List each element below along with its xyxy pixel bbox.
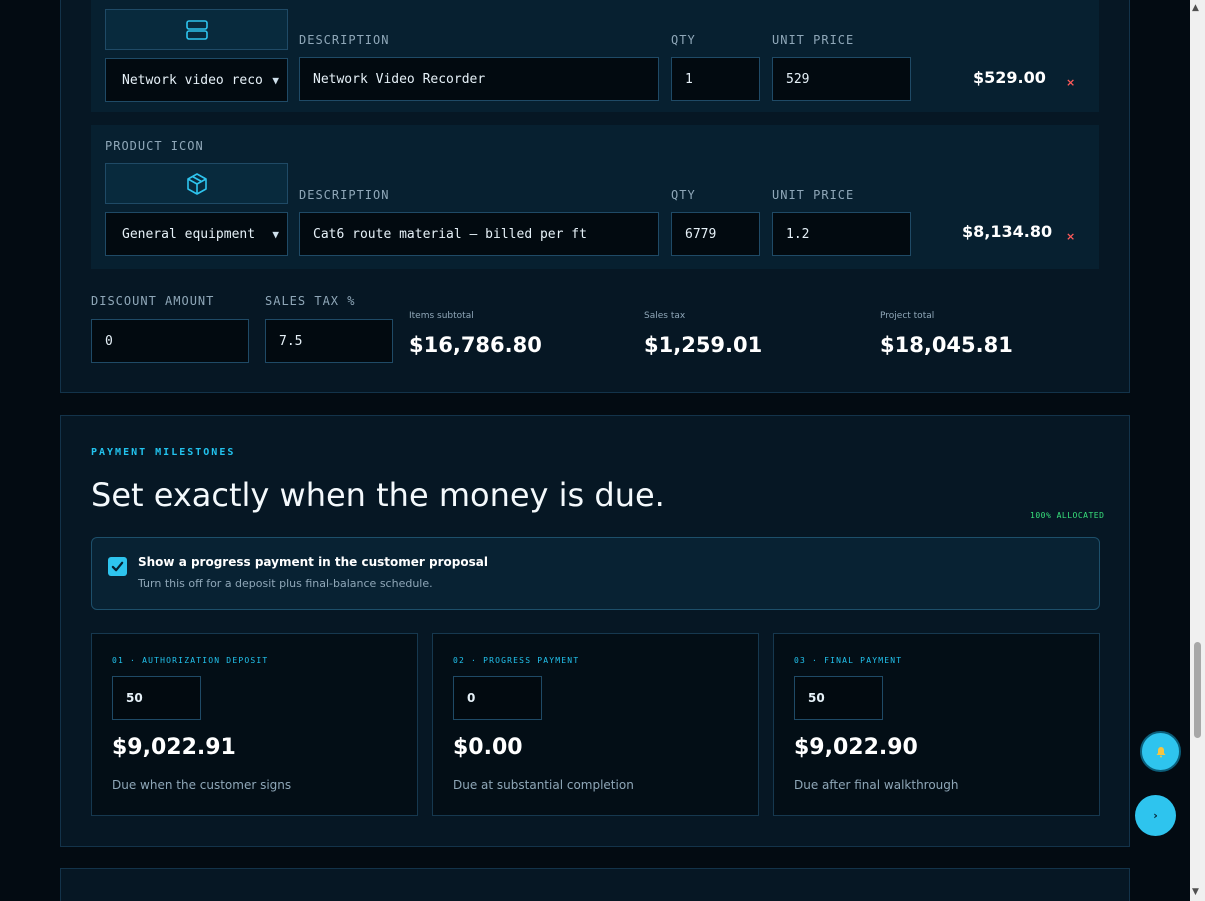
select-value: General equipment (122, 226, 256, 242)
scrollbar-thumb[interactable] (1194, 642, 1201, 738)
toggle-title: Show a progress payment in the customer … (138, 555, 488, 569)
unit-price-input[interactable]: 529 (772, 57, 911, 101)
notifications-button[interactable] (1140, 731, 1181, 772)
qty-input[interactable]: 6779 (671, 212, 760, 256)
sales-tax-percent-label: SALES TAX % (265, 294, 356, 308)
payment-milestones-panel: PAYMENT MILESTONES Set exactly when the … (60, 415, 1130, 847)
description-label: DESCRIPTION (299, 188, 390, 202)
next-button[interactable]: › (1135, 795, 1176, 836)
sales-tax-value: $1,259.01 (644, 333, 763, 357)
milestone-label: 03 · FINAL PAYMENT (794, 656, 903, 665)
bell-icon (1156, 746, 1165, 757)
box-icon (186, 172, 207, 195)
milestone-amount: $0.00 (453, 735, 523, 760)
toggle-subtitle: Turn this off for a deposit plus final-b… (138, 577, 433, 590)
remove-line-button[interactable]: × (1066, 76, 1075, 89)
chevron-down-icon: ▼ (272, 73, 279, 87)
milestone-card: 02 · PROGRESS PAYMENT 0 $0.00 Due at sub… (432, 633, 759, 816)
line-item-row: Network video reco ▼ DESCRIPTION Network… (91, 0, 1099, 112)
product-category-select[interactable]: General equipment ▼ (105, 212, 288, 256)
chevron-right-icon: › (1153, 809, 1158, 822)
product-icon-label: PRODUCT ICON (105, 139, 204, 153)
product-icon-picker[interactable] (105, 9, 288, 50)
project-total-label: Project total (880, 311, 935, 321)
product-icon-picker[interactable] (105, 163, 288, 204)
milestone-percent-input[interactable]: 0 (453, 676, 542, 720)
items-subtotal-label: Items subtotal (409, 311, 474, 321)
line-total: $8,134.80 (962, 222, 1053, 241)
discount-input[interactable]: 0 (91, 319, 249, 363)
milestone-label: 01 · AUTHORIZATION DEPOSIT (112, 656, 269, 665)
chevron-down-icon: ▼ (272, 227, 279, 241)
scroll-up-icon[interactable]: ▲ (1192, 3, 1199, 13)
section-eyebrow: PAYMENT MILESTONES (91, 447, 236, 458)
description-input[interactable]: Network Video Recorder (299, 57, 659, 101)
select-value: Network video reco (122, 72, 263, 88)
remove-line-button[interactable]: × (1066, 230, 1075, 243)
unit-price-input[interactable]: 1.2 (772, 212, 911, 256)
progress-payment-toggle[interactable]: Show a progress payment in the customer … (91, 537, 1100, 610)
items-subtotal-value: $16,786.80 (409, 333, 542, 357)
line-item-row: PRODUCT ICON General equipment ▼ DESCRIP… (91, 125, 1099, 269)
milestone-card: 01 · AUTHORIZATION DEPOSIT 50 $9,022.91 … (91, 633, 418, 816)
line-items-panel: Network video reco ▼ DESCRIPTION Network… (60, 0, 1130, 393)
progress-payment-checkbox[interactable] (108, 557, 127, 576)
product-category-select[interactable]: Network video reco ▼ (105, 58, 288, 102)
line-total: $529.00 (973, 68, 1046, 87)
allocation-status: 100% ALLOCATED (1030, 511, 1105, 520)
section-headline: Set exactly when the money is due. (91, 476, 665, 514)
qty-input[interactable]: 1 (671, 57, 760, 101)
qty-label: QTY (671, 188, 696, 202)
unit-price-label: UNIT PRICE (772, 188, 855, 202)
milestone-label: 02 · PROGRESS PAYMENT (453, 656, 580, 665)
milestone-percent-input[interactable]: 50 (112, 676, 201, 720)
server-icon (185, 19, 208, 40)
page-scrollbar[interactable]: ▲ ▼ (1190, 0, 1205, 901)
next-panel (60, 868, 1130, 901)
qty-label: QTY (671, 33, 696, 47)
milestone-note: Due when the customer signs (112, 778, 292, 792)
checkmark-icon (111, 561, 124, 572)
milestone-note: Due after final walkthrough (794, 778, 959, 792)
milestone-amount: $9,022.91 (112, 735, 236, 760)
milestone-amount: $9,022.90 (794, 735, 918, 760)
description-input[interactable]: Cat6 route material — billed per ft (299, 212, 659, 256)
milestone-percent-input[interactable]: 50 (794, 676, 883, 720)
project-total-value: $18,045.81 (880, 333, 1013, 357)
scroll-down-icon[interactable]: ▼ (1192, 887, 1199, 897)
sales-tax-percent-input[interactable]: 7.5 (265, 319, 393, 363)
milestone-card: 03 · FINAL PAYMENT 50 $9,022.90 Due afte… (773, 633, 1100, 816)
milestone-note: Due at substantial completion (453, 778, 634, 792)
discount-label: DISCOUNT AMOUNT (91, 294, 215, 308)
sales-tax-label: Sales tax (644, 311, 686, 321)
unit-price-label: UNIT PRICE (772, 33, 855, 47)
description-label: DESCRIPTION (299, 33, 390, 47)
